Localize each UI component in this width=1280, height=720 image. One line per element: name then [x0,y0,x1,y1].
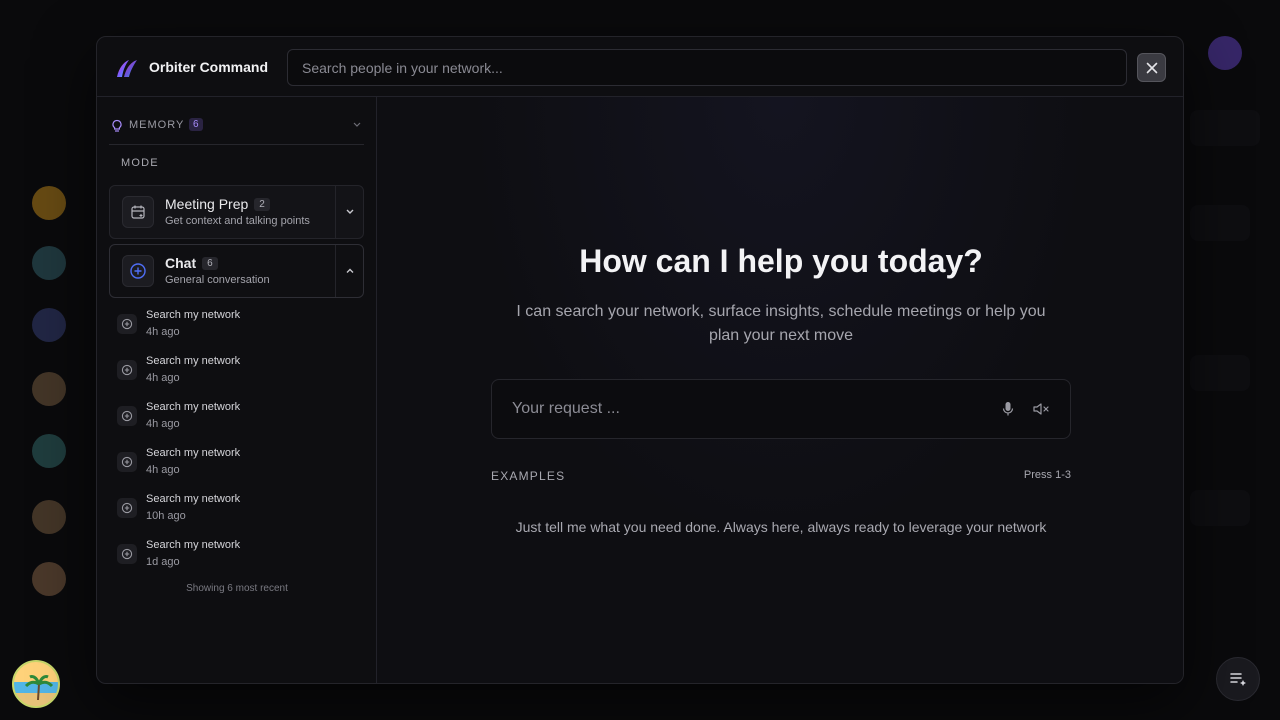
examples-shortcut-hint: Press 1-3 [1023,469,1071,481]
backdrop-avatar [32,500,66,534]
mode-count-badge: 2 [254,198,270,211]
chevron-up-icon [346,268,353,273]
memory-section-toggle[interactable]: MEMORY 6 [109,115,364,145]
history-title: Search my network [146,401,241,413]
history-title: Search my network [146,355,241,367]
plus-circle-icon [121,410,133,422]
user-avatar[interactable] [12,660,60,708]
history-title: Search my network [146,493,241,505]
backdrop-avatar [1208,36,1242,70]
plus-circle-icon [130,263,146,279]
mode-title-text: Chat [165,255,197,271]
backdrop-avatar [32,186,66,220]
sidebar: MEMORY 6 MODE Meeting Prep 2 Get context … [97,97,377,683]
history-item[interactable]: Search my network 10h ago [117,491,367,537]
plus-circle-icon [121,318,133,330]
plus-circle-icon [121,548,133,560]
orbiter-logo-icon [117,60,137,77]
page-subtitle: I can search your network, surface insig… [516,303,1046,344]
mode-section-label: MODE [121,157,159,169]
mode-collapse-toggle[interactable] [335,245,363,297]
history-footer-note: Showing 6 most recent [186,583,288,594]
mute-toggle-button[interactable] [1030,399,1052,419]
history-icon-box [117,360,137,380]
backdrop-avatar [32,308,66,342]
history-icon-box [117,452,137,472]
history-item[interactable]: Search my network 4h ago [117,399,367,445]
lightbulb-icon [112,119,122,132]
mode-card-chat[interactable]: Chat 6 General conversation [109,244,364,298]
backdrop-row [1190,490,1250,526]
mode-title: Meeting Prep 2 [165,196,270,212]
memory-count-badge: 6 [189,118,203,131]
mode-card-meeting-prep[interactable]: Meeting Prep 2 Get context and talking po… [109,185,364,239]
mode-icon-box [122,196,154,228]
microphone-icon [1002,402,1014,416]
history-item[interactable]: Search my network 4h ago [117,353,367,399]
memory-label: MEMORY [129,119,185,131]
history-icon-box [117,314,137,334]
volume-mute-icon [1033,403,1049,415]
modal-header: Orbiter Command [97,37,1183,97]
backdrop-row [1190,355,1250,391]
history-time: 4h ago [146,464,180,476]
command-modal: Orbiter Command MEMORY 6 MODE [96,36,1184,684]
history-time: 10h ago [146,510,186,522]
page-title: How can I help you today? [579,243,983,279]
history-icon-box [117,406,137,426]
mode-icon-box [122,255,154,287]
app-title: Orbiter Command [149,59,269,75]
chat-history-list: Search my network 4h ago Search my netwo… [117,307,367,583]
close-button[interactable] [1137,53,1166,82]
compose-fab-button[interactable] [1216,657,1260,701]
mode-description: General conversation [165,274,270,286]
plus-circle-icon [121,364,133,376]
mode-title-text: Meeting Prep [165,196,249,212]
history-item[interactable]: Search my network 4h ago [117,307,367,353]
mode-expand-toggle[interactable] [335,186,363,238]
backdrop-avatar [32,434,66,468]
search-people-input[interactable] [287,49,1127,86]
history-icon-box [117,498,137,518]
calendar-icon [131,205,145,219]
history-icon-box [117,544,137,564]
microphone-button[interactable] [998,399,1018,419]
backdrop-avatar [32,562,66,596]
tagline-text: Just tell me what you need done. Always … [515,519,1047,535]
examples-label: EXAMPLES [491,469,566,483]
plus-circle-icon [121,502,133,514]
mode-count-badge: 6 [202,257,218,270]
backdrop-row [1190,110,1260,146]
history-item[interactable]: Search my network 1d ago [117,537,367,583]
history-item[interactable]: Search my network 4h ago [117,445,367,491]
list-sparkle-icon [1230,673,1246,686]
backdrop-avatar [32,246,66,280]
close-icon [1146,62,1157,73]
history-time: 4h ago [146,418,180,430]
chevron-down-icon [346,209,353,214]
mode-title: Chat 6 [165,255,218,271]
history-title: Search my network [146,309,241,321]
history-title: Search my network [146,539,241,551]
history-time: 1d ago [146,556,180,568]
mode-description: Get context and talking points [165,215,310,227]
plus-circle-icon [121,456,133,468]
history-time: 4h ago [146,372,180,384]
main-panel: How can I help you today? I can search y… [377,97,1183,683]
backdrop-row [1190,205,1250,241]
request-input[interactable] [492,380,982,438]
history-time: 4h ago [146,326,180,338]
chevron-down-icon [353,122,361,127]
history-title: Search my network [146,447,241,459]
request-box [491,379,1071,439]
backdrop-avatar [32,372,66,406]
